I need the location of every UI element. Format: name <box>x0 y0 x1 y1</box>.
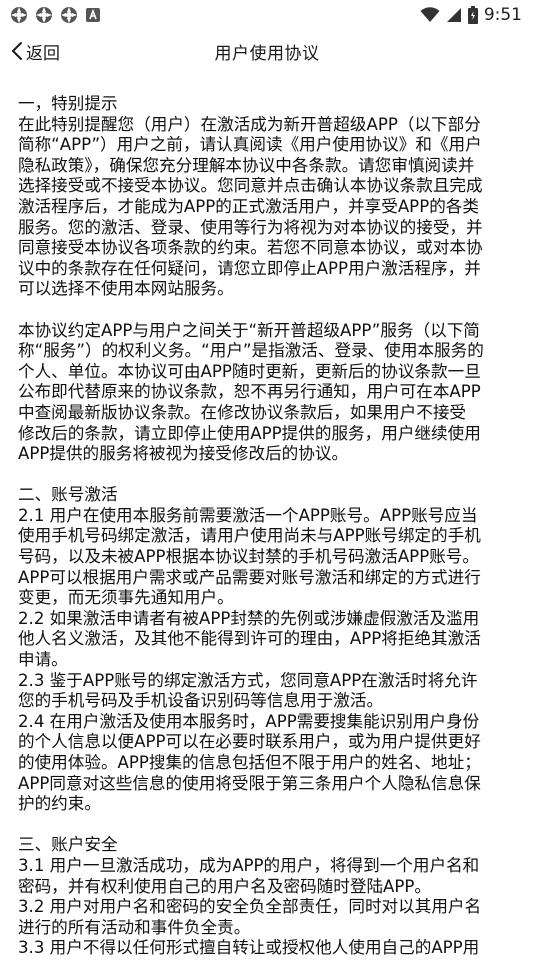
back-label: 返回 <box>26 43 60 64</box>
status-system-icons: 9:51 <box>420 5 522 25</box>
text-line: 简称“APP”）用户之前，请认真阅读《用户使用协议》和《用户 <box>18 135 482 155</box>
text-line: 2.4 在用户激活及使用本服务时，APP需要搜集能识别用户身份 <box>18 711 480 731</box>
text-line: 一，特别提示 <box>18 94 118 113</box>
text-line: APP可以根据用户需求或产品需要对账号激活和绑定的方式进行 <box>18 567 481 587</box>
text-line: 密码，并有权利使用自己的用户名及密码随时登陆APP。 <box>18 876 432 896</box>
text-line: 3.3 用户不得以任何形式擅自转让或授权他人使用自己的APP用 <box>18 938 480 958</box>
text-line: 激活程序后，才能成为APP的正式激活用户，并享受APP的各类 <box>18 196 479 216</box>
text-line: 2.2 如果激活申请者有被APP封禁的先例或涉嫌虚假激活及滥用 <box>18 608 480 628</box>
status-notification-icons <box>10 6 101 24</box>
section-special-notice: 一，特别提示 在此特别提醒您（用户）在激活成为新开普超级APP（以下部分 简称“… <box>18 94 522 300</box>
app-notification-icon <box>61 7 77 23</box>
section-account-security: 三、账户安全 3.1 用户一旦激活成功，成为APP的用户，将得到一个用户名和 密… <box>18 835 522 959</box>
text-line: 修改后的条款，请立即停止使用APP提供的服务，用户继续使用 <box>18 423 481 443</box>
text-line: 的个人信息以便APP可以在必要时联系用户，或为用户提供更好 <box>18 732 481 752</box>
app-bar: 返回 用户使用协议 <box>0 30 534 72</box>
signal-icon <box>446 8 461 22</box>
section-agreement-scope: 本协议约定APP与用户之间关于“新开普超级APP”服务（以下简 称“服务”）的权… <box>18 321 522 465</box>
text-line: APP同意对这些信息的使用将受限于第三条用户个人隐私信息保 <box>18 773 481 793</box>
text-line: 本协议约定APP与用户之间关于“新开普超级APP”服务（以下简 <box>18 320 480 340</box>
text-line: 在此特别提醒您（用户）在激活成为新开普超级APP（以下部分 <box>18 114 481 134</box>
page-title: 用户使用协议 <box>214 43 320 64</box>
text-line: 进行的所有活动和事件负全责。 <box>18 917 251 937</box>
status-bar: 9:51 <box>0 0 534 30</box>
text-line: 申请。 <box>18 650 68 670</box>
text-line: 使用手机号码绑定激活，请用户使用尚未与APP账号绑定的手机 <box>18 526 481 546</box>
text-line: 2.3 鉴于APP账号的绑定激活方式，您同意APP在激活时将允许 <box>18 670 478 690</box>
text-line: 可以选择不使用本网站服务。 <box>18 279 234 299</box>
status-time: 9:51 <box>483 5 522 25</box>
text-line: 称“服务”）的权利义务。“用户”是指激活、登录、使用本服务的 <box>18 341 484 361</box>
text-line: 您的手机号码及手机设备识别码等信息用于激活。 <box>18 691 384 711</box>
text-line: 他人名义激活，及其他不能得到许可的理由，APP将拒绝其激活 <box>18 629 481 649</box>
text-line: 3.2 用户对用户名和密码的安全负全部责任，同时对以其用户名 <box>18 897 482 917</box>
text-line: 的使用体验。APP搜集的信息包括但不限于用户的姓名、地址； <box>18 753 481 772</box>
text-line: 号码，以及未被APP根据本协议封禁的手机号码激活APP账号。 <box>18 547 479 567</box>
text-line: 三、账户安全 <box>18 835 118 855</box>
text-line: 个人、单位。本协议可由APP随时更新，更新后的协议条款一旦 <box>18 361 481 381</box>
text-line: 同意接受本协议各项条款的约束。若您不同意本协议，或对本协 <box>18 238 483 258</box>
a-badge-icon <box>86 8 100 22</box>
agreement-content: 一，特别提示 在此特别提醒您（用户）在激活成为新开普超级APP（以下部分 简称“… <box>18 94 522 980</box>
text-line: 中查阅最新版协议条款。在修改协议条款后，如果用户不接受 <box>18 402 467 422</box>
text-line: 选择接受或不接受本协议。您同意并点击确认本协议条款且完成 <box>18 176 483 196</box>
text-line: 2.1 用户在使用本服务前需要激活一个APP账号。APP账号应当 <box>18 505 478 525</box>
back-button[interactable]: 返回 <box>10 30 60 72</box>
battery-icon <box>467 6 478 24</box>
app-notification-icon <box>36 7 52 23</box>
text-line: 服务。您的激活、登录、使用等行为将视为对本协议的接受，并 <box>18 217 483 237</box>
text-line: APP提供的服务将被视为接受修改后的协议。 <box>18 444 349 464</box>
chevron-left-icon <box>12 42 22 60</box>
text-line: 二、账号激活 <box>18 485 118 505</box>
text-line: 护的约束。 <box>18 794 101 814</box>
section-account-activation: 二、账号激活 2.1 用户在使用本服务前需要激活一个APP账号。APP账号应当 … <box>18 485 522 815</box>
app-notification-icon <box>11 7 27 23</box>
text-line: 3.1 用户一旦激活成功，成为APP的用户，将得到一个用户名和 <box>18 855 480 875</box>
text-line: 变更，而无须事先通知用户。 <box>18 588 234 608</box>
wifi-icon <box>420 7 440 22</box>
text-line: 议中的条款存在任何疑问，请您立即停止APP用户激活程序，并 <box>18 258 481 278</box>
text-line: 公布即代替原来的协议条款，恕不再另行通知，用户可在本APP <box>18 382 481 402</box>
text-line: 隐私政策》，确保您充分理解本协议中各条款。请您审慎阅读并 <box>18 155 475 175</box>
